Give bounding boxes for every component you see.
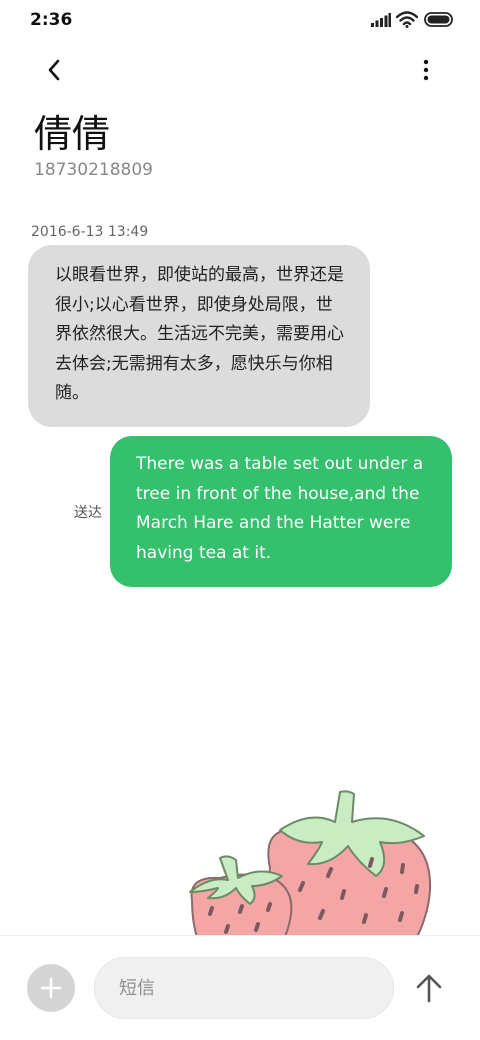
strawberry-illustration <box>189 790 432 935</box>
more-vertical-icon <box>423 59 429 81</box>
back-button[interactable] <box>36 52 72 88</box>
signal-icon <box>371 13 391 27</box>
plus-icon <box>40 977 62 999</box>
message-timestamp: 2016-6-13 13:49 <box>31 224 149 240</box>
message-input[interactable] <box>94 957 394 1019</box>
sent-message-bubble[interactable]: There was a table set out under a tree i… <box>110 436 452 587</box>
chevron-left-icon <box>48 59 60 81</box>
more-options-button[interactable] <box>408 52 444 88</box>
arrow-up-icon <box>416 974 442 1003</box>
received-message-bubble[interactable]: 以眼看世界，即使站的最高，世界还是很小;以心看世界，即使身处局限，世界依然很大。… <box>28 245 370 427</box>
contact-name: 倩倩 <box>34 112 111 156</box>
delivery-status: 送达 <box>74 505 102 521</box>
contact-number[interactable]: 18730218809 <box>34 158 153 182</box>
battery-icon <box>424 12 453 27</box>
add-attachment-button[interactable] <box>27 964 75 1012</box>
wifi-icon <box>396 11 418 28</box>
status-time: 2:36 <box>30 10 73 30</box>
status-bar: 2:36 <box>0 0 480 40</box>
send-button[interactable] <box>410 968 448 1008</box>
big-strawberry <box>267 790 432 935</box>
